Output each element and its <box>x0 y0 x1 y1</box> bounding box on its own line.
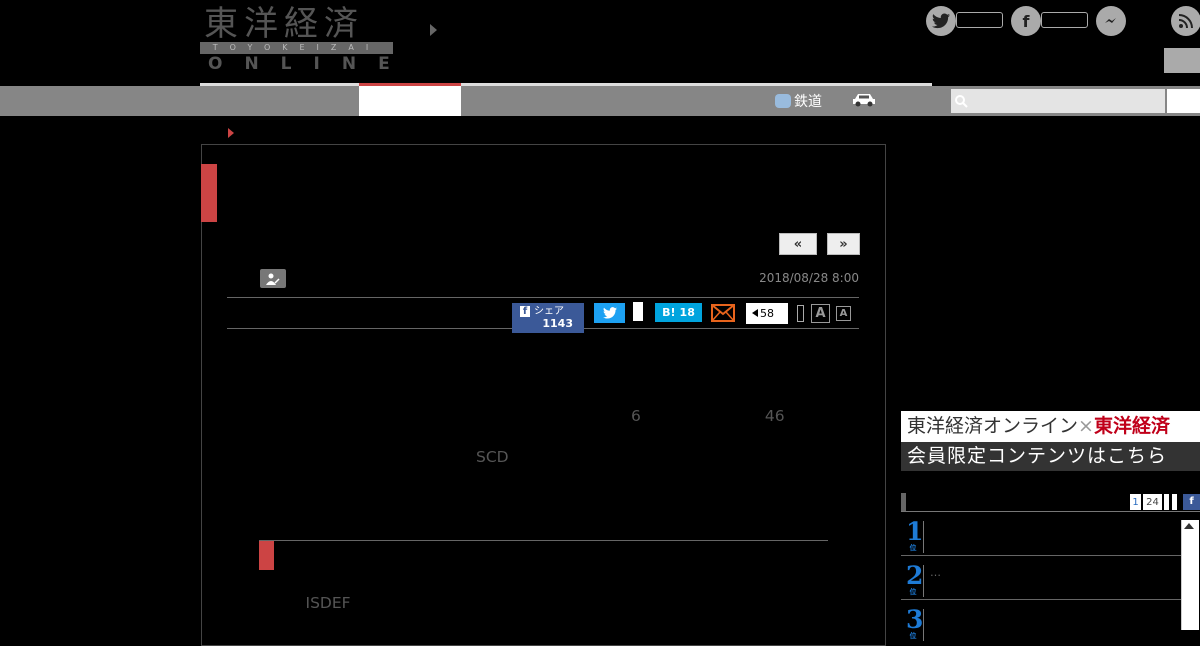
facebook-ranking-tab[interactable]: f <box>1183 494 1200 510</box>
paragraph-line <box>259 616 829 641</box>
ranking-tab-24h[interactable]: 24 <box>1143 494 1162 510</box>
promo-prefix: 東洋経済オンライン <box>907 415 1079 437</box>
facebook-share-count: 1143 <box>542 317 573 330</box>
paragraph-line <box>259 379 829 404</box>
promo-brand: 東洋経済 <box>1093 415 1170 437</box>
hatena-count: 18 <box>679 306 695 319</box>
paragraph-line <box>259 495 829 520</box>
promo-line2: 会員限定コンテンツはこちら <box>901 442 1200 471</box>
ranking-header-divider <box>901 511 1200 512</box>
nav-railway-label: 鉄道 <box>794 94 822 110</box>
car-icon[interactable] <box>852 92 876 107</box>
nav-item-railway[interactable]: 鉄道 <box>775 91 822 111</box>
twitter-count-bubble <box>956 12 1003 28</box>
rank-separator <box>923 565 924 597</box>
search-input[interactable] <box>951 89 1165 113</box>
ranking-tab-1h[interactable]: 1 <box>1130 494 1141 510</box>
twitter-share-button[interactable] <box>594 303 625 323</box>
scroll-up-icon[interactable] <box>1184 523 1194 529</box>
article-paragraph: SCD <box>259 445 829 520</box>
login-button[interactable] <box>1164 48 1200 73</box>
divider <box>227 297 859 298</box>
font-large-button[interactable]: A <box>811 304 830 323</box>
paragraph-line: 6 46 <box>259 407 940 425</box>
facebook-icon: f <box>520 306 530 317</box>
article-paragraph: 6 46 <box>259 354 829 429</box>
article-paragraph: ISDEF <box>259 591 829 641</box>
section-heading <box>284 546 620 575</box>
nav-item-active[interactable] <box>359 86 461 116</box>
font-size-toggle[interactable] <box>797 305 804 322</box>
logo-online: ONLINE <box>208 54 412 74</box>
rank-number: 1位 <box>906 517 924 552</box>
twitter-share-count <box>633 302 643 321</box>
hatena-icon: B! <box>662 306 676 319</box>
logo-kanji: 東洋経済 <box>204 4 364 44</box>
facebook-share-button[interactable]: f シェア 1143 <box>512 303 584 333</box>
nav-top-border <box>200 83 932 86</box>
ranking-scrollbar[interactable] <box>1181 520 1199 630</box>
messenger-icon[interactable] <box>1096 6 1126 36</box>
rank-number: 3位 <box>906 607 923 640</box>
title-accent <box>201 164 217 222</box>
facebook-icon[interactable]: f <box>1011 6 1041 36</box>
ranking-header-accent <box>901 493 906 512</box>
rank-value: 2 <box>906 561 924 590</box>
ranking-item-link[interactable]: … <box>930 566 941 579</box>
next-page-button[interactable]: » <box>827 233 860 255</box>
twitter-icon <box>602 307 617 319</box>
promo-line1: 東洋経済オンライン×東洋経済 <box>901 411 1200 442</box>
rank-value: 1 <box>906 517 924 546</box>
ranking-row-divider <box>901 555 1183 556</box>
breadcrumb-arrow-icon <box>228 128 234 138</box>
font-small-button[interactable]: A <box>836 306 851 321</box>
member-promo-banner[interactable]: 東洋経済オンライン×東洋経済 会員限定コンテンツはこちら <box>901 411 1200 471</box>
hatena-bookmark-button[interactable]: B! 18 <box>655 303 702 322</box>
paragraph-line <box>259 470 829 495</box>
section-divider <box>259 540 828 541</box>
comment-count[interactable]: 58 <box>746 303 788 324</box>
ranking-row-divider <box>901 599 1183 600</box>
ranking-tab[interactable] <box>1164 494 1169 510</box>
paragraph-line: ISDEF <box>259 594 956 612</box>
twitter-icon[interactable] <box>926 6 956 36</box>
logo-romaji: TOYOKEIZAI <box>200 42 393 54</box>
prev-page-button[interactable]: « <box>779 233 817 255</box>
train-icon <box>775 94 791 108</box>
site-logo[interactable]: 東洋経済 TOYOKEIZAI ONLINE <box>200 4 395 74</box>
mail-icon[interactable] <box>711 304 735 322</box>
rank-number: 2位 <box>906 561 924 596</box>
facebook-count-bubble <box>1041 12 1088 28</box>
search-icon <box>955 93 968 108</box>
search-button[interactable] <box>1167 89 1200 113</box>
ranking-tab[interactable] <box>1172 494 1177 510</box>
paragraph-line: SCD <box>259 448 959 466</box>
publish-date: 2018/08/28 8:00 <box>759 271 859 285</box>
chevron-right-icon[interactable] <box>430 24 437 36</box>
rss-icon[interactable] <box>1171 6 1200 36</box>
promo-x: × <box>1078 415 1094 437</box>
comment-count-value: 58 <box>760 307 774 320</box>
rank-separator <box>923 521 924 553</box>
rank-separator <box>923 609 924 641</box>
paragraph-line <box>259 354 829 379</box>
author-icon[interactable] <box>260 269 286 288</box>
section-heading-accent <box>259 541 274 570</box>
